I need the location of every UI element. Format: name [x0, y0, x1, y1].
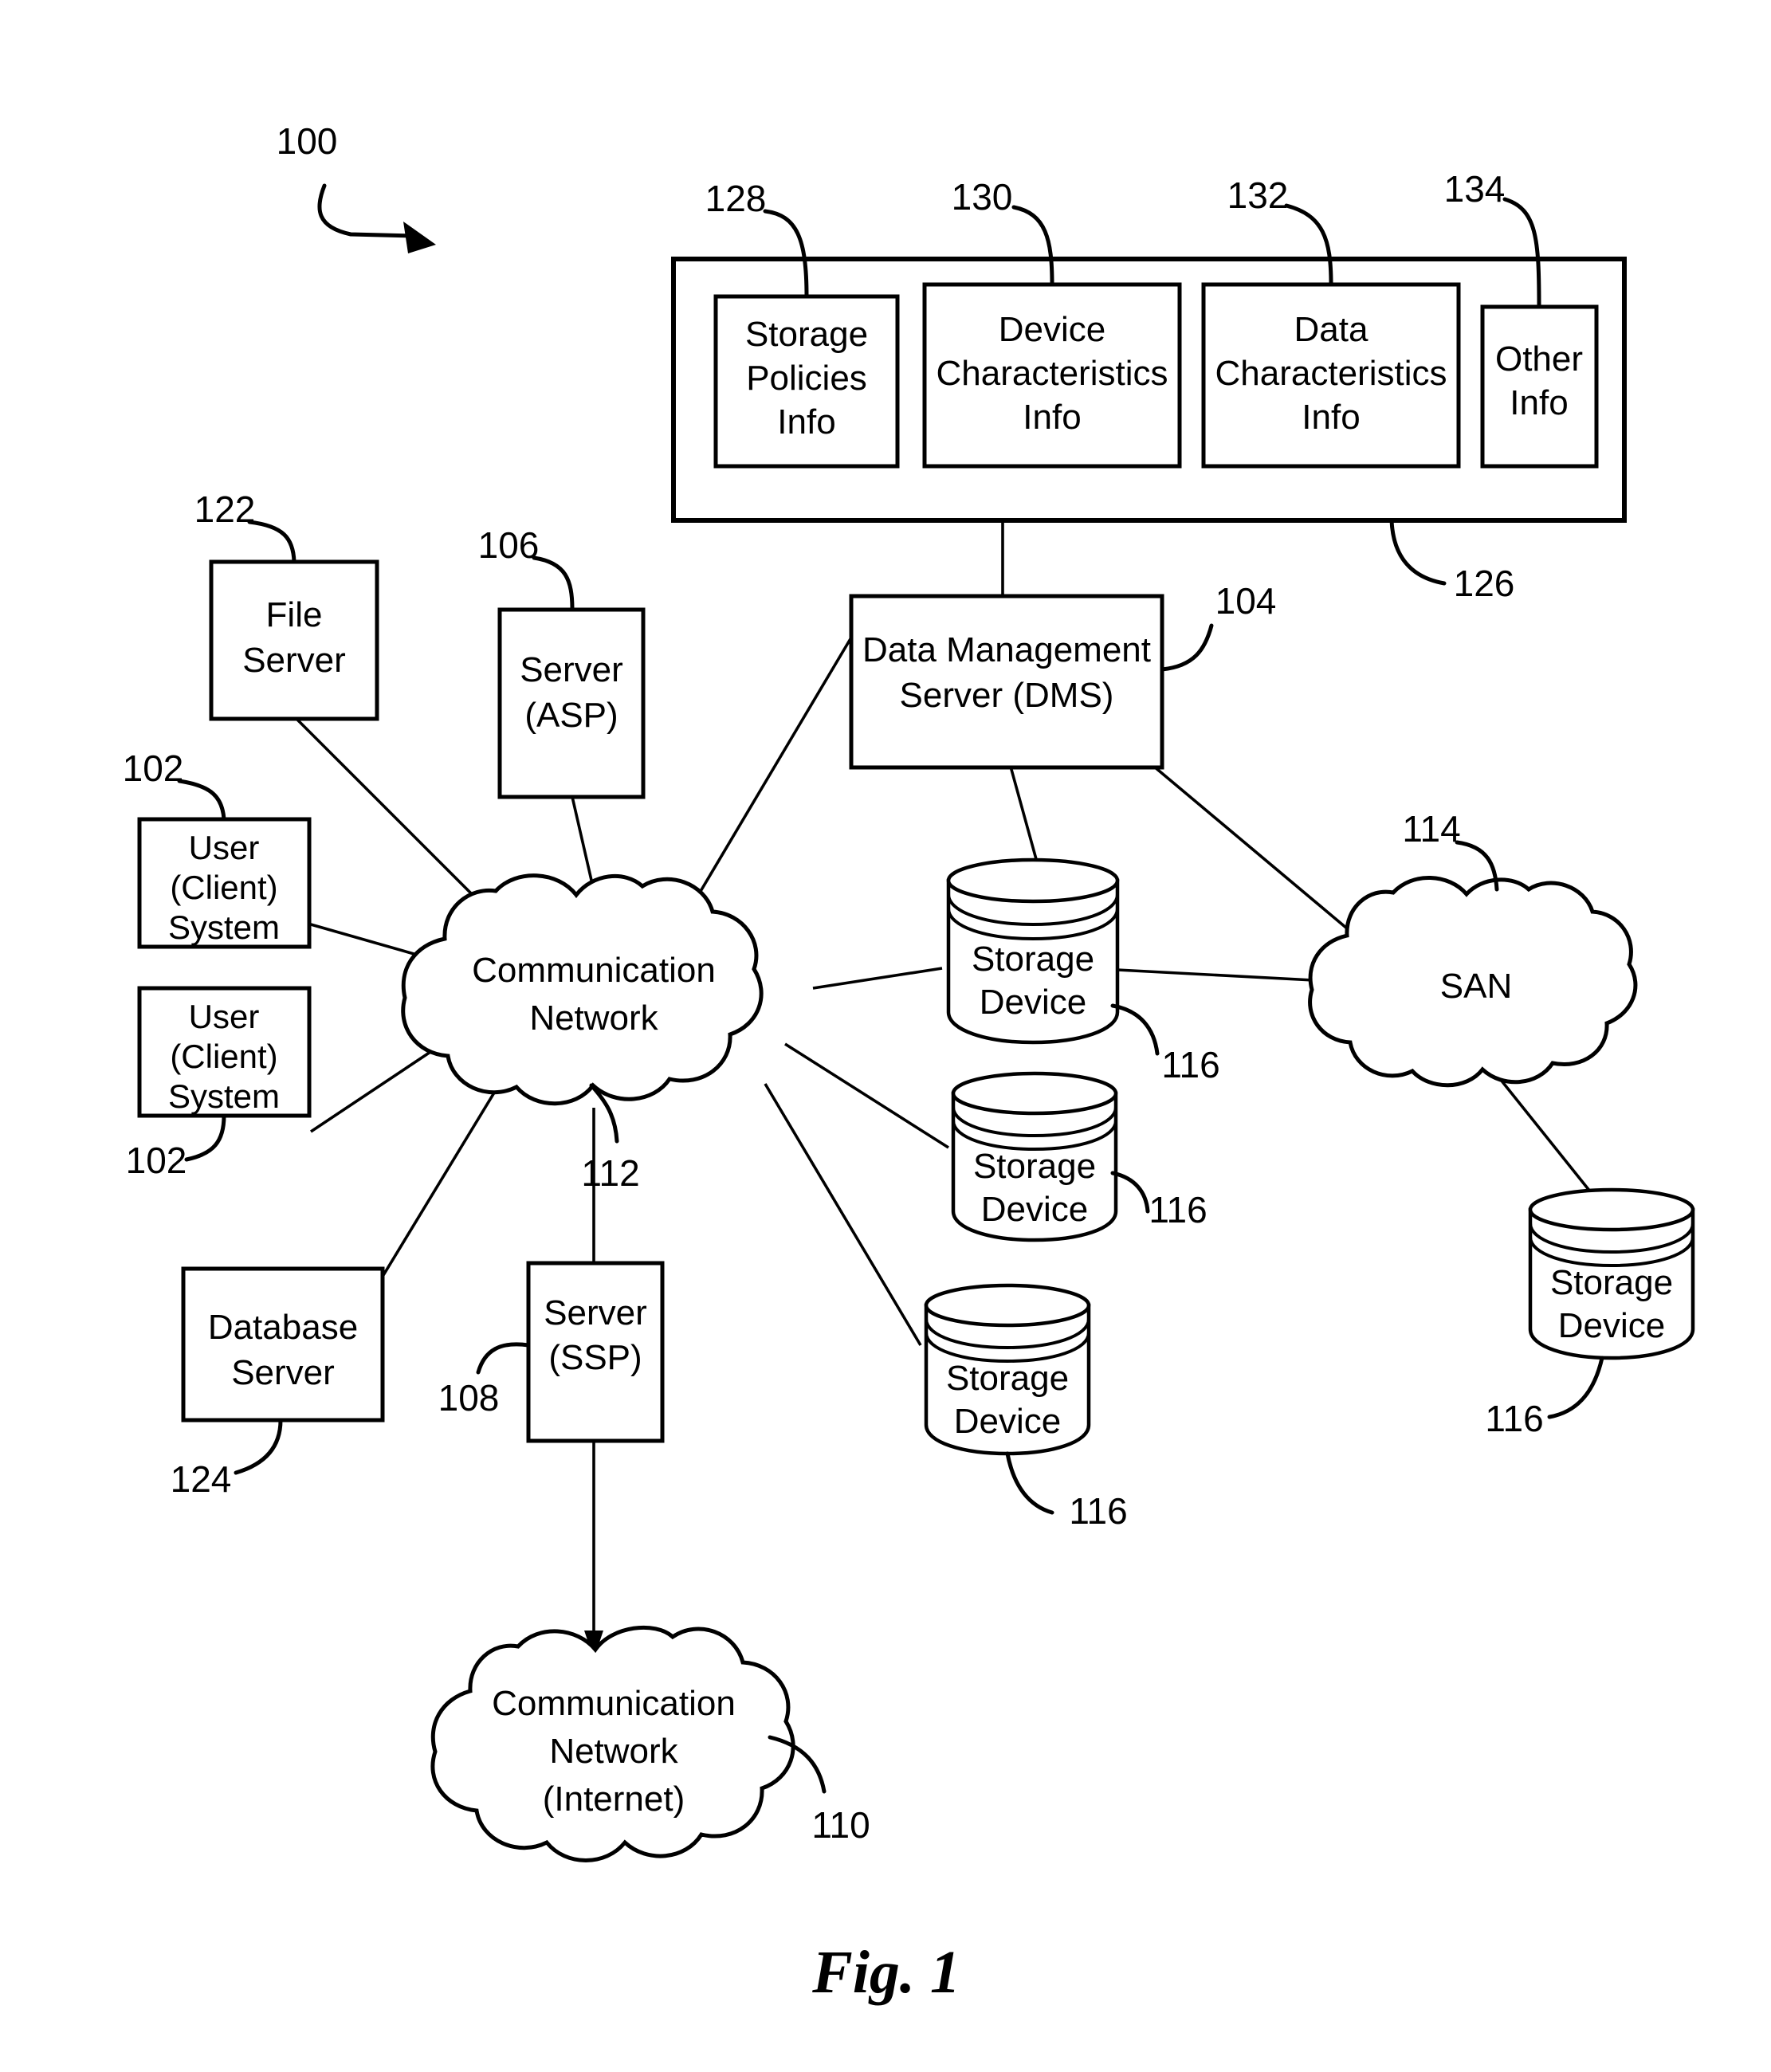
- ref-100: 100: [277, 120, 338, 162]
- user-client-system-1-line-2: (Client): [170, 869, 277, 906]
- ref-114: 114: [1402, 808, 1460, 850]
- device-characteristics-info-line-2: Characteristics: [937, 354, 1168, 393]
- storage-device-2-line-1: Storage: [973, 1147, 1096, 1186]
- ref-122: 122: [194, 489, 256, 530]
- ref-104: 104: [1215, 580, 1277, 622]
- dms-line-1: Data Management: [862, 630, 1151, 669]
- dms-line-2: Server (DMS): [900, 676, 1114, 715]
- storage-device-1-top: [946, 857, 1120, 904]
- storage-device-2-top: [951, 1071, 1118, 1116]
- ref-116-3: 116: [1069, 1490, 1127, 1532]
- storage-device-3-line-1: Storage: [946, 1359, 1069, 1398]
- server-asp-line-2: (ASP): [524, 696, 618, 735]
- storage-device-4-top: [1528, 1187, 1695, 1232]
- storage-policies-info-line-3: Info: [777, 402, 835, 441]
- storage-device-3-top: [924, 1283, 1091, 1328]
- ref-124: 124: [171, 1458, 232, 1500]
- data-characteristics-info-line-3: Info: [1302, 398, 1360, 437]
- ref-134: 134: [1444, 168, 1506, 210]
- storage-policies-info-line-2: Policies: [746, 359, 867, 398]
- ref-106: 106: [478, 524, 540, 566]
- patent-figure-1: 100 Storage Policies Info Device Charact…: [0, 0, 1771, 2072]
- communication-network-line-2: Network: [529, 999, 658, 1038]
- server-asp-line-1: Server: [520, 650, 623, 689]
- comm-network-internet-line-2: Network: [549, 1732, 678, 1771]
- ref-116-1: 116: [1161, 1044, 1219, 1085]
- storage-device-4-line-1: Storage: [1550, 1263, 1673, 1302]
- comm-network-internet-line-1: Communication: [492, 1684, 736, 1723]
- ref-116-2: 116: [1149, 1189, 1207, 1230]
- ref-110: 110: [811, 1804, 870, 1846]
- ref-126: 126: [1454, 563, 1515, 604]
- storage-policies-info-line-1: Storage: [745, 315, 868, 354]
- database-server-line-1: Database: [208, 1308, 358, 1347]
- data-characteristics-info-line-2: Characteristics: [1215, 354, 1447, 393]
- storage-device-3-line-2: Device: [954, 1402, 1062, 1441]
- communication-network-line-1: Communication: [472, 951, 716, 990]
- figure-caption: Fig. 1: [811, 1939, 960, 2006]
- storage-device-1-line-2: Device: [980, 983, 1087, 1022]
- device-characteristics-info-line-3: Info: [1023, 398, 1081, 437]
- other-info-line-1: Other: [1495, 339, 1583, 379]
- storage-device-2-line-2: Device: [981, 1190, 1089, 1229]
- server-ssp-line-1: Server: [544, 1293, 647, 1332]
- file-server-line-2: Server: [242, 641, 346, 680]
- file-server-line-1: File: [266, 595, 323, 634]
- ref-116-4: 116: [1485, 1398, 1543, 1439]
- user-client-system-1-line-3: System: [168, 908, 280, 946]
- storage-device-4-line-2: Device: [1558, 1306, 1666, 1345]
- ref-102-bottom: 102: [126, 1140, 187, 1181]
- device-characteristics-info-line-1: Device: [999, 310, 1106, 349]
- user-client-system-2-line-1: User: [189, 998, 260, 1035]
- user-client-system-2-line-3: System: [168, 1077, 280, 1115]
- other-info-line-2: Info: [1510, 383, 1568, 422]
- ref-112: 112: [581, 1152, 639, 1194]
- data-characteristics-info-line-1: Data: [1294, 310, 1368, 349]
- ref-132: 132: [1227, 175, 1289, 216]
- ref-102-top: 102: [123, 748, 184, 789]
- ref-128: 128: [705, 178, 767, 219]
- server-ssp-line-2: (SSP): [548, 1338, 642, 1377]
- ref-130: 130: [952, 176, 1013, 218]
- user-client-system-2-line-2: (Client): [170, 1038, 277, 1075]
- user-client-system-1-line-1: User: [189, 829, 260, 866]
- san-label: SAN: [1440, 967, 1512, 1006]
- ref-108: 108: [438, 1377, 500, 1419]
- comm-network-internet-line-3: (Internet): [543, 1780, 685, 1819]
- database-server-line-2: Server: [231, 1353, 335, 1392]
- storage-device-1-line-1: Storage: [972, 940, 1094, 979]
